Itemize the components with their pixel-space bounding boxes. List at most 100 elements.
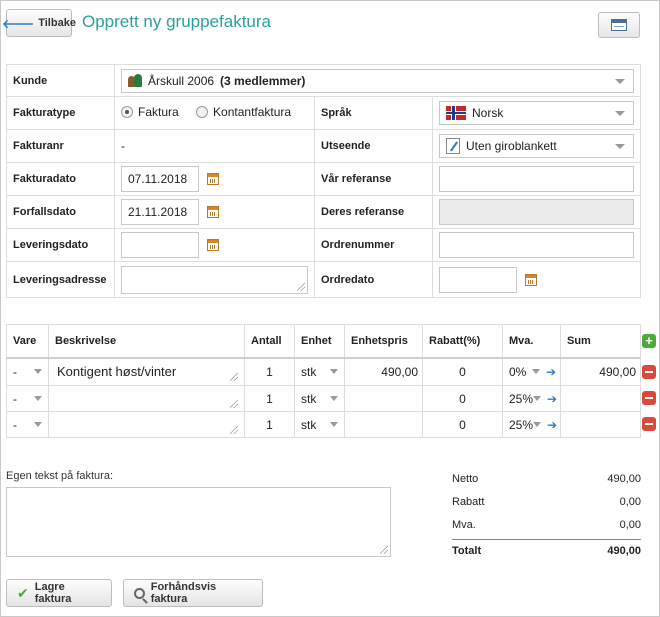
invoice-date-label: Fakturadato (6, 162, 115, 196)
description-value: Kontigent høst/vinter (57, 364, 177, 380)
preview-label: Forhåndsvis faktura (150, 581, 217, 605)
discount-input[interactable]: 0 (422, 357, 503, 386)
save-invoice-button[interactable]: ✔ Lagre faktura (6, 579, 112, 607)
invoice-date-input[interactable]: 07.11.2018 (121, 166, 199, 192)
vat-select[interactable]: 25% (507, 418, 543, 432)
totals-panel: Netto 490,00 Rabatt 0,00 Mva. 0,00 Totalt 49… (452, 467, 641, 561)
discount-input[interactable]: 0 (422, 411, 503, 438)
document-icon (446, 138, 460, 154)
chevron-down-icon (330, 422, 338, 427)
unit-price-input[interactable] (344, 411, 423, 438)
chevron-down-icon (34, 422, 42, 427)
unit-select[interactable]: stk (299, 392, 340, 406)
layout-label: Utseende (314, 129, 433, 163)
preview-invoice-button[interactable]: Forhåndsvis faktura (123, 579, 263, 607)
resize-grip-icon[interactable] (230, 425, 238, 434)
arrow-right-icon: ➔ (545, 364, 556, 379)
resize-grip-icon[interactable] (230, 399, 238, 408)
invoice-lines-table: Vare Beskrivelse Antall Enhet Enhetspris… (6, 324, 641, 438)
minus-icon[interactable] (642, 417, 656, 431)
table-row: - 1 stk 0 25% ➔ (6, 411, 641, 438)
order-no-input[interactable] (439, 232, 634, 258)
chevron-down-icon (531, 369, 540, 375)
their-ref-input (439, 199, 634, 225)
product-select[interactable]: - (11, 418, 44, 432)
invoice-no-label: Fakturanr (6, 129, 115, 163)
vat-select[interactable]: 0% (507, 365, 542, 379)
vat-total-label: Mva. (452, 518, 476, 531)
customer-select[interactable]: Årskull 2006 (3 medlemmer) (121, 68, 634, 93)
resize-grip-icon[interactable] (380, 546, 388, 554)
sum-value: 490,00 (560, 357, 641, 386)
qty-input[interactable]: 1 (244, 411, 295, 438)
our-ref-input[interactable] (439, 166, 634, 192)
radio-unselected-icon (196, 106, 209, 118)
minus-icon[interactable] (642, 365, 656, 379)
resize-grip-icon[interactable] (230, 372, 238, 381)
grand-total-value: 490,00 (607, 544, 641, 557)
col-header-unit-price: Enhetspris (344, 324, 423, 359)
unit-select[interactable]: stk (299, 365, 340, 379)
col-header-qty: Antall (244, 324, 295, 359)
table-row: - 1 stk 0 25% ➔ (6, 385, 641, 412)
unit-price-input[interactable]: 490,00 (344, 357, 423, 386)
layout-select[interactable]: Uten giroblankett (439, 134, 634, 158)
chevron-down-icon (330, 396, 338, 401)
description-input[interactable] (53, 388, 240, 410)
discount-total-label: Rabatt (452, 495, 485, 508)
chevron-down-icon (533, 422, 542, 427)
col-header-discount: Rabatt(%) (422, 324, 503, 359)
unit-price-input[interactable] (344, 385, 423, 412)
save-label: Lagre faktura (34, 581, 72, 605)
customer-members: (3 medlemmer) (220, 73, 306, 88)
description-input[interactable]: Kontigent høst/vinter (53, 361, 240, 383)
due-date-input[interactable]: 21.11.2018 (121, 199, 199, 225)
language-label: Språk (314, 96, 433, 130)
product-select[interactable]: - (11, 392, 44, 406)
calendar-icon[interactable] (207, 173, 219, 185)
calendar-icon[interactable] (525, 273, 537, 286)
order-date-input[interactable] (439, 266, 517, 293)
calendar-icon[interactable] (207, 239, 219, 251)
back-button[interactable]: 🡐 Tilbake (2, 9, 76, 37)
col-header-unit: Enhet (294, 324, 345, 359)
invoice-type-label: Fakturatype (6, 96, 115, 130)
net-value: 490,00 (607, 472, 641, 485)
discount-input[interactable]: 0 (422, 385, 503, 412)
delivery-address-label: Leveringsadresse (6, 261, 115, 298)
col-header-sum: Sum (560, 324, 641, 359)
col-header-product: Vare (6, 324, 49, 359)
delivery-date-label: Leveringsdato (6, 228, 115, 262)
layout-value: Uten giroblankett (466, 139, 557, 153)
calendar-icon[interactable] (207, 206, 219, 218)
product-value: - (13, 417, 17, 432)
note-textarea[interactable] (6, 487, 391, 557)
arrow-right-icon: ➔ (547, 417, 558, 432)
table-row: - Kontigent høst/vinter 1 stk 490,00 0 0… (6, 357, 641, 386)
description-input[interactable] (53, 414, 240, 436)
delivery-date-input[interactable] (121, 232, 199, 258)
customer-name: Årskull 2006 (148, 73, 215, 88)
invoice-type-radio-kontant[interactable]: Kontantfaktura (196, 105, 291, 119)
their-ref-label: Deres referanse (314, 195, 433, 229)
unit-select[interactable]: stk (299, 418, 340, 432)
magnifier-icon (134, 587, 145, 599)
col-header-vat: Mva. (502, 324, 561, 359)
net-label: Netto (452, 472, 479, 485)
view-toggle-button[interactable] (598, 12, 640, 38)
plus-icon[interactable]: + (642, 334, 656, 348)
qty-input[interactable]: 1 (244, 357, 295, 386)
vat-select[interactable]: 25% (507, 392, 543, 406)
qty-input[interactable]: 1 (244, 385, 295, 412)
resize-grip-icon[interactable] (297, 282, 305, 291)
invoice-type-radio-faktura[interactable]: Faktura (121, 105, 179, 119)
minus-icon[interactable] (642, 391, 656, 405)
product-select[interactable]: - (11, 365, 44, 379)
product-value: - (13, 364, 17, 379)
our-ref-label: Vår referanse (314, 162, 433, 196)
order-date-label: Ordredato (314, 261, 433, 298)
invoice-no-value: - (114, 129, 315, 163)
delivery-address-textarea[interactable] (121, 265, 308, 294)
language-select[interactable]: Norsk (439, 101, 634, 125)
order-no-label: Ordrenummer (314, 228, 433, 262)
